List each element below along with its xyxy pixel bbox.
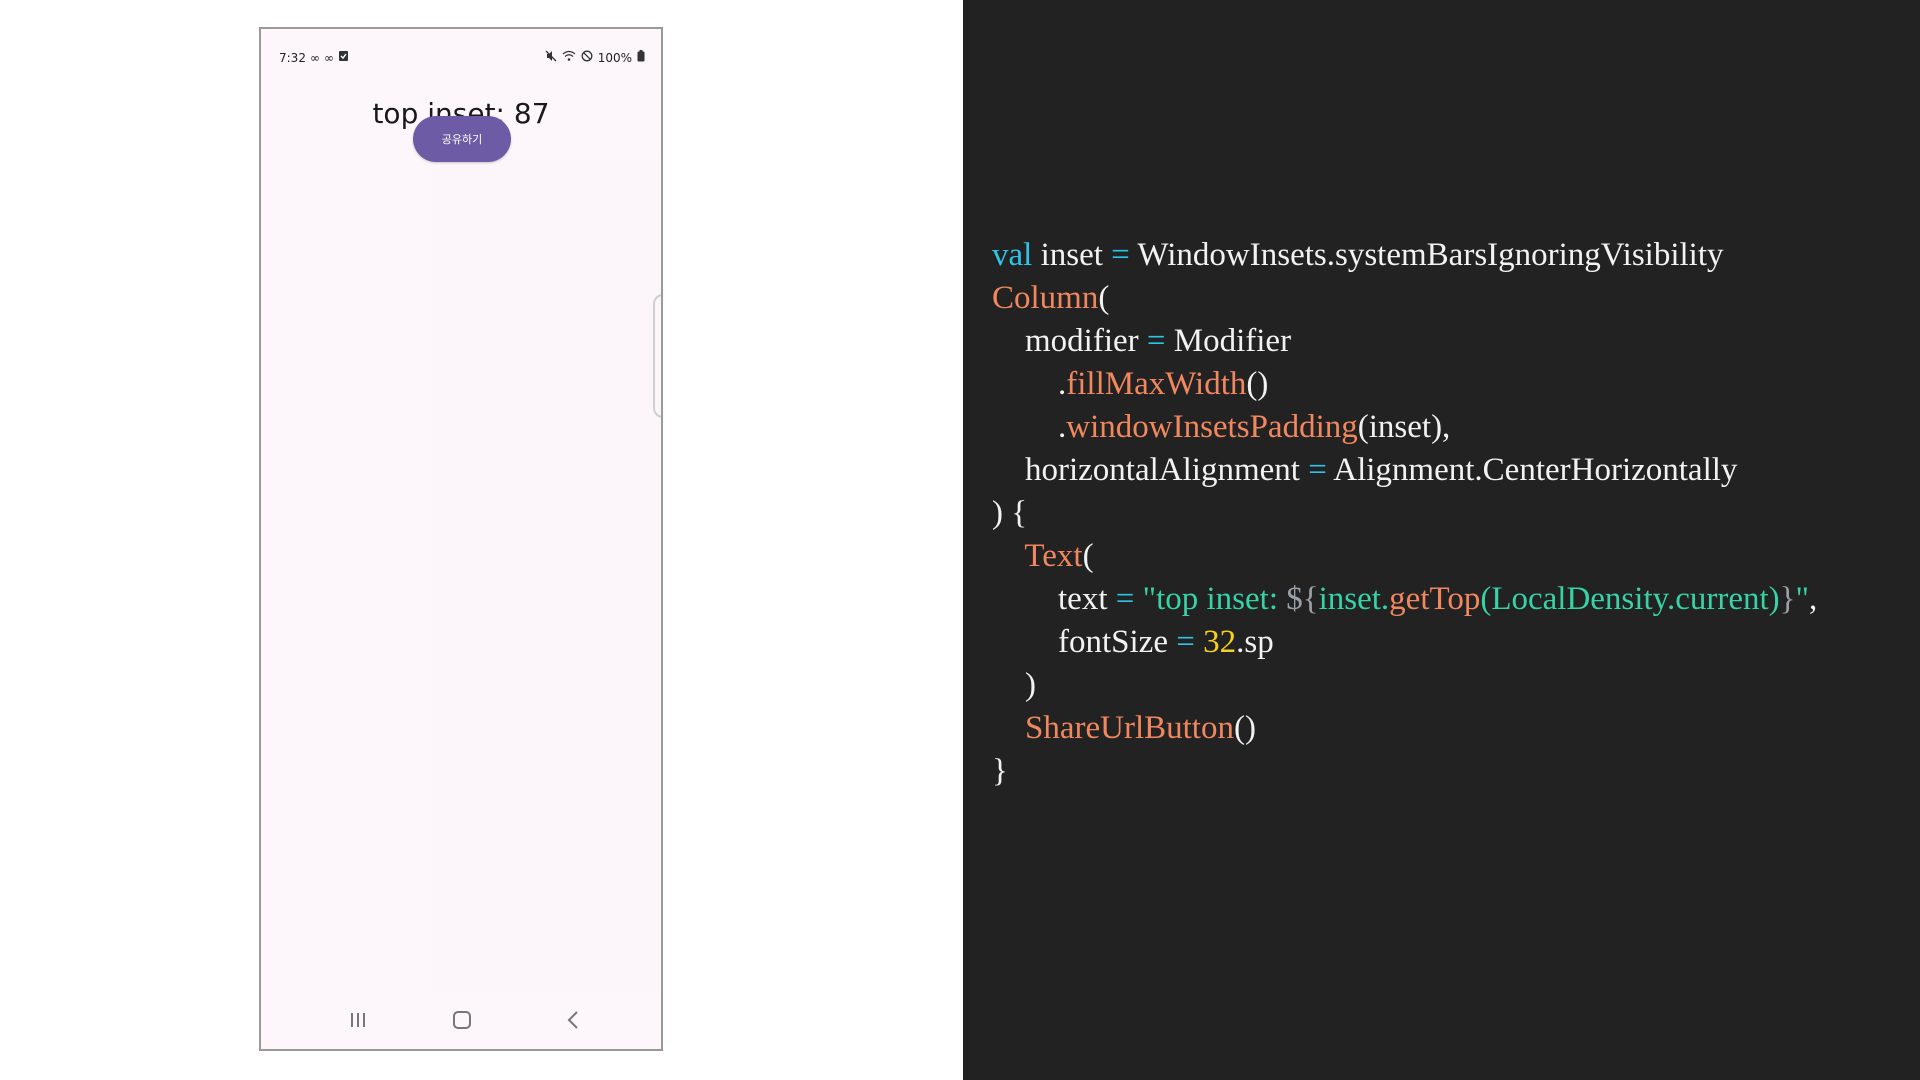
wifi-icon bbox=[562, 50, 576, 66]
code-token: inset. bbox=[1318, 581, 1390, 617]
home-icon[interactable] bbox=[447, 1007, 477, 1033]
code-line: .fillMaxWidth() bbox=[992, 363, 1817, 406]
code-token: Alignment.CenterHorizontally bbox=[1326, 452, 1738, 488]
mute-icon bbox=[545, 50, 557, 66]
code-token: Modifier bbox=[1165, 323, 1292, 359]
code-token: , bbox=[1808, 581, 1818, 617]
recent-apps-icon[interactable] bbox=[343, 1007, 373, 1033]
share-url-button[interactable]: 공유하기 bbox=[413, 116, 511, 162]
edge-panel-handle[interactable] bbox=[653, 294, 661, 418]
code-token: } bbox=[992, 753, 1008, 789]
code-token: ${ bbox=[1286, 581, 1319, 617]
code-token: inset bbox=[1032, 237, 1112, 273]
code-token: = bbox=[1146, 323, 1166, 359]
phone-screen: 7:32 ∞ ∞ 100% top inset: 87 공유하기 bbox=[259, 27, 663, 1051]
code-token: ( bbox=[1098, 280, 1110, 316]
code-token: getTop bbox=[1389, 581, 1481, 617]
code-token: (LocalDensity.current) bbox=[1480, 581, 1780, 617]
code-token: ( bbox=[1082, 538, 1094, 574]
clipboard-check-icon bbox=[338, 50, 349, 66]
code-token: val bbox=[992, 237, 1033, 273]
code-token: } bbox=[1779, 581, 1796, 617]
code-token: = bbox=[1115, 581, 1135, 617]
code-line: text = "top inset: ${inset.getTop(LocalD… bbox=[992, 578, 1817, 621]
do-not-disturb-icon bbox=[581, 50, 593, 66]
code-line: ) { bbox=[992, 492, 1817, 535]
code-token: WindowInsets.systemBarsIgnoringVisibilit… bbox=[1129, 237, 1724, 273]
code-line: val inset = WindowInsets.systemBarsIgnor… bbox=[992, 234, 1817, 277]
code-token: text bbox=[992, 581, 1116, 617]
code-token: . bbox=[992, 366, 1067, 402]
code-token: fillMaxWidth bbox=[1066, 366, 1247, 402]
code-token: Column bbox=[992, 280, 1099, 316]
code-line: } bbox=[992, 750, 1817, 793]
navigation-bar bbox=[261, 991, 661, 1049]
code-line: ) bbox=[992, 664, 1817, 707]
battery-percentage: 100% bbox=[597, 51, 632, 65]
code-line: Column( bbox=[992, 277, 1817, 320]
battery-icon bbox=[637, 50, 645, 66]
infinity-icon: ∞ bbox=[323, 51, 334, 65]
status-time: 7:32 bbox=[279, 51, 306, 65]
code-token: () bbox=[1233, 710, 1256, 746]
code-line: .windowInsetsPadding(inset), bbox=[992, 406, 1817, 449]
code-token: "top inset: bbox=[1134, 581, 1287, 617]
code-pane: val inset = WindowInsets.systemBarsIgnor… bbox=[963, 0, 1920, 1080]
status-bar: 7:32 ∞ ∞ 100% bbox=[261, 29, 661, 85]
code-line: ShareUrlButton() bbox=[992, 707, 1817, 750]
code-token: = bbox=[1176, 624, 1195, 660]
code-line: horizontalAlignment = Alignment.CenterHo… bbox=[992, 449, 1817, 492]
code-token: ) { bbox=[992, 495, 1028, 531]
back-icon[interactable] bbox=[558, 1007, 588, 1033]
infinity-icon: ∞ bbox=[309, 51, 320, 65]
code-line: fontSize = 32.sp bbox=[992, 621, 1817, 664]
code-token: () bbox=[1246, 366, 1269, 402]
code-line: Text( bbox=[992, 535, 1817, 578]
code-token: = bbox=[1308, 452, 1327, 488]
demo-pane: 7:32 ∞ ∞ 100% top inset: 87 공유하기 bbox=[0, 0, 963, 1080]
code-token: ) bbox=[992, 667, 1036, 703]
code-line: modifier = Modifier bbox=[992, 320, 1817, 363]
code-token: horizontalAlignment bbox=[992, 452, 1309, 488]
code-token: " bbox=[1795, 581, 1809, 617]
code-token: . bbox=[992, 409, 1067, 445]
status-right: 100% bbox=[545, 50, 645, 66]
content-area bbox=[431, 159, 661, 1014]
code-token: modifier bbox=[992, 323, 1147, 359]
code-token: .sp bbox=[1236, 624, 1274, 660]
code-token: 32 bbox=[1194, 624, 1237, 660]
code-block: val inset = WindowInsets.systemBarsIgnor… bbox=[992, 234, 1817, 793]
code-token: windowInsetsPadding bbox=[1066, 409, 1358, 445]
code-token: ShareUrlButton bbox=[1025, 710, 1234, 746]
status-left: 7:32 ∞ ∞ bbox=[279, 50, 349, 66]
code-token: fontSize bbox=[992, 624, 1177, 660]
code-token: (inset), bbox=[1357, 409, 1451, 445]
code-token: Text bbox=[1024, 538, 1083, 574]
code-token: = bbox=[1111, 237, 1130, 273]
